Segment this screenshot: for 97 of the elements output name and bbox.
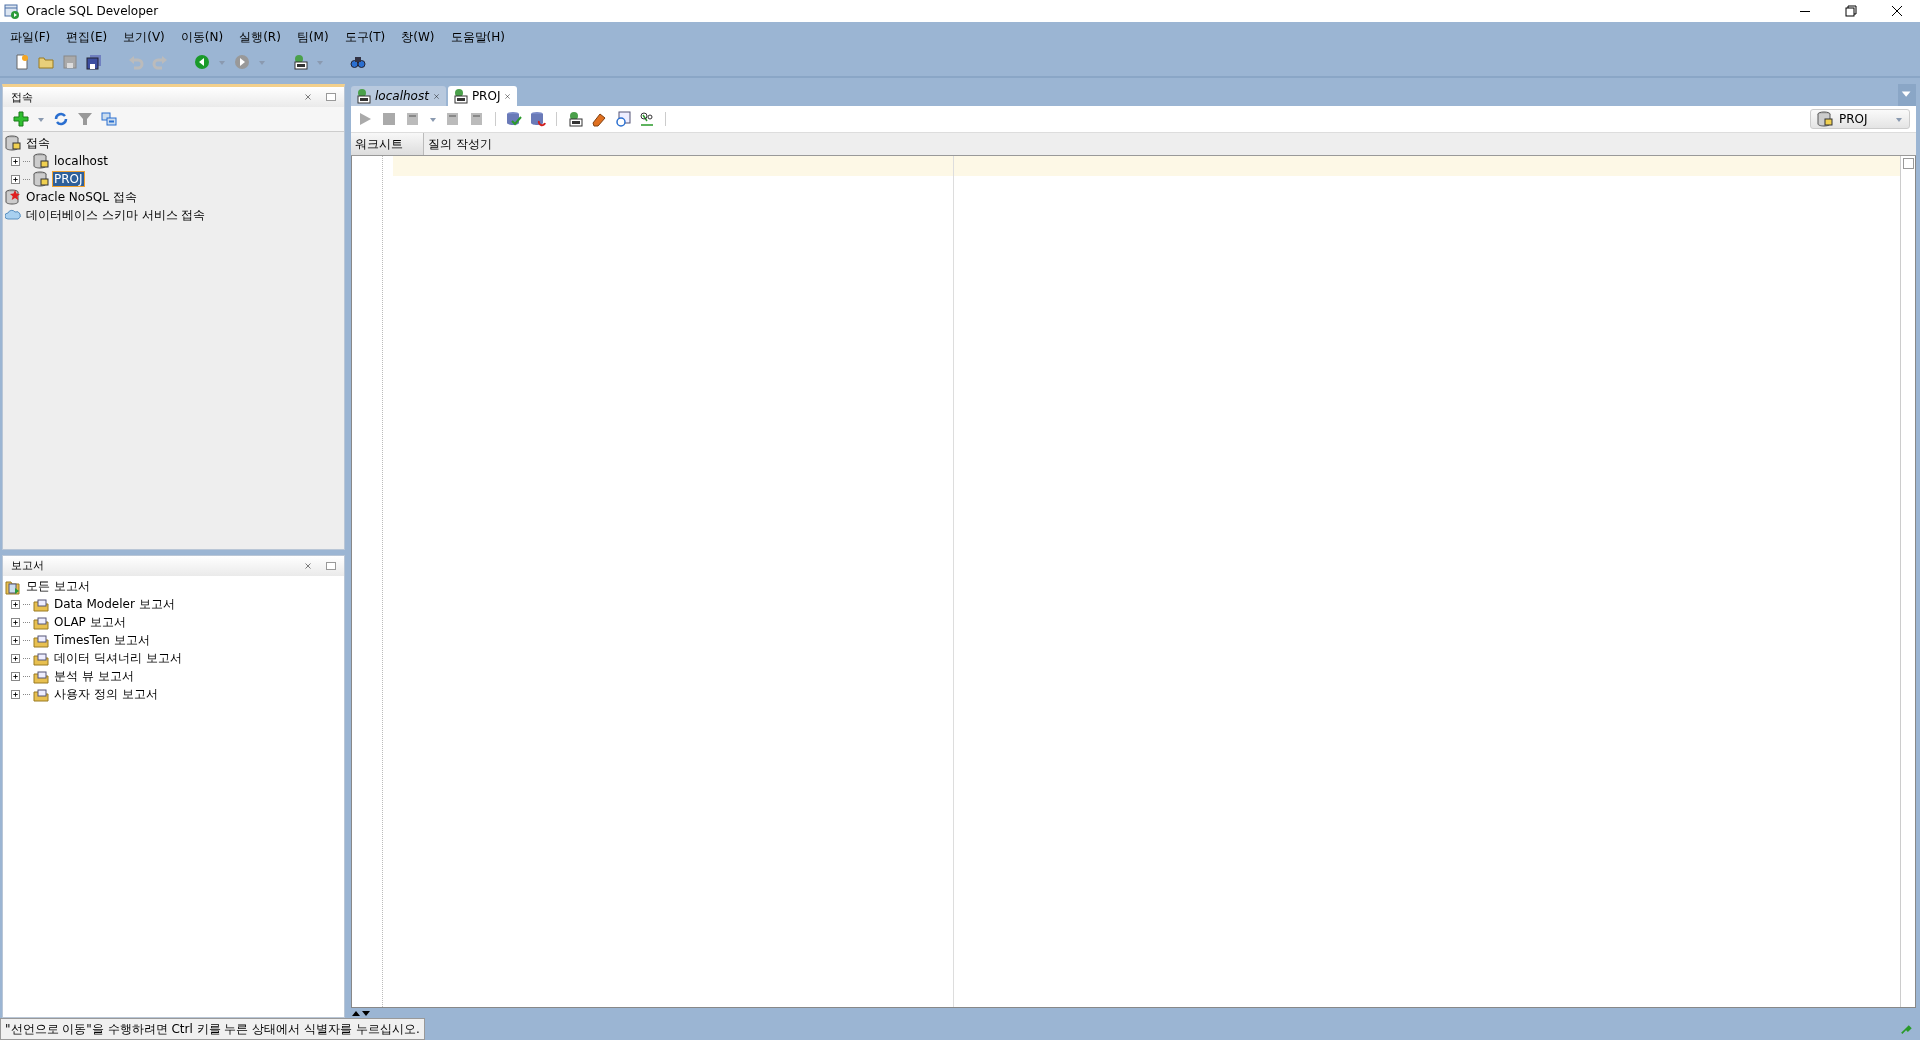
report-folder-icon	[5, 578, 21, 595]
expand-toggle[interactable]	[11, 174, 20, 184]
dropdown-caret-icon	[37, 115, 45, 123]
minimize-button[interactable]	[326, 561, 336, 570]
editor-tab[interactable]: PROJ	[447, 86, 518, 106]
folder-icon	[33, 686, 49, 703]
eraser-icon	[591, 111, 607, 127]
close-icon	[304, 93, 312, 101]
database-star-icon	[5, 189, 21, 205]
script-icon	[405, 111, 421, 127]
run-icon	[357, 111, 373, 127]
folder-icon	[33, 614, 49, 631]
minimize-icon	[1800, 10, 1810, 12]
tree-item[interactable]: 데이터 딕셔너리 보고서	[52, 649, 184, 668]
expand-toggle[interactable]	[11, 672, 20, 681]
explain-icon	[445, 111, 461, 127]
database-icon	[1817, 111, 1833, 127]
restore-icon	[1843, 3, 1859, 19]
database-icon	[33, 153, 49, 169]
folder-icon	[33, 668, 49, 685]
menu-item[interactable]: 보기(V)	[115, 26, 173, 48]
expand-toggle[interactable]	[11, 636, 20, 645]
folder-icon	[33, 650, 49, 667]
tree-item[interactable]: Data Modeler 보고서	[52, 595, 177, 614]
menu-item[interactable]: 편집(E)	[58, 26, 116, 48]
add-icon	[13, 111, 29, 127]
close-icon	[432, 92, 440, 100]
window-title: Oracle SQL Developer	[26, 4, 159, 18]
expand-toggle[interactable]	[11, 618, 20, 627]
schema-browser-icon	[101, 111, 117, 127]
undo-icon	[128, 54, 144, 70]
worksheet-tab[interactable]: 질의 작성기	[424, 133, 512, 155]
menu-item[interactable]: 팀(M)	[288, 26, 337, 48]
menu-item[interactable]: 창(W)	[393, 26, 443, 48]
tree-item[interactable]: 접속	[24, 133, 52, 153]
sql-worksheet-icon	[292, 54, 308, 70]
tree-item[interactable]: 분석 뷰 보고서	[52, 667, 136, 686]
back-icon	[194, 54, 210, 70]
save-all-icon	[86, 54, 102, 70]
expand-toggle[interactable]	[11, 156, 20, 166]
dropdown-button[interactable]	[1898, 84, 1916, 106]
dropdown-caret-icon	[258, 58, 266, 66]
tree-item[interactable]: localhost	[52, 153, 110, 169]
expand-toggle[interactable]	[11, 600, 20, 609]
menu-item[interactable]: 이동(N)	[172, 26, 232, 48]
dropdown-caret-icon	[1895, 115, 1903, 123]
menu-item[interactable]: 도구(T)	[336, 26, 394, 48]
tree-item[interactable]: OLAP 보고서	[52, 613, 128, 632]
close-icon	[1889, 3, 1905, 19]
panel-title: 접속	[11, 89, 34, 105]
rollback-icon	[530, 111, 546, 127]
history-button[interactable]	[613, 108, 633, 130]
tree-item[interactable]: Oracle NoSQL 접속	[24, 187, 139, 207]
add-button[interactable]	[11, 108, 31, 130]
commit-icon	[506, 111, 522, 127]
autotrace-icon	[469, 111, 485, 127]
binoculars-icon	[350, 54, 366, 70]
overview-marker	[1902, 158, 1914, 169]
new-file-icon	[14, 54, 30, 70]
tree-item[interactable]: 데이터베이스 스키마 서비스 접속	[24, 205, 208, 225]
close-icon	[304, 561, 312, 570]
filter-icon	[77, 111, 93, 127]
editor-tab[interactable]: localhost	[351, 86, 446, 106]
refresh-icon	[53, 111, 69, 127]
menu-item[interactable]: 실행(R)	[231, 26, 289, 48]
folder-icon	[33, 632, 49, 649]
open-folder-icon	[38, 54, 54, 70]
expand-toggle[interactable]	[11, 654, 20, 663]
close-icon	[504, 92, 512, 100]
stop-icon	[381, 111, 397, 127]
dropdown-caret-icon	[316, 58, 324, 66]
database-icon	[5, 135, 21, 151]
folder-icon	[33, 596, 49, 613]
worksheet-tab[interactable]: 워크시트	[351, 133, 424, 155]
up-down-arrows-icon	[351, 1008, 371, 1018]
redo-icon	[152, 54, 168, 70]
status-message: "선언으로 이동"을 수행하려면 Ctrl 키를 누른 상태에서 식별자를 누르십시오.	[0, 1018, 425, 1040]
minimize-button[interactable]	[326, 93, 336, 101]
connection-dropdown[interactable]: PROJ	[1810, 109, 1910, 129]
tree-item[interactable]: 모든 보고서	[24, 577, 92, 596]
menu-item[interactable]: 파일(F)	[2, 26, 59, 48]
sql-worksheet-icon	[451, 88, 468, 104]
tree-item[interactable]: PROJ	[52, 171, 85, 187]
app-logo-icon	[4, 3, 20, 19]
cloud-icon	[5, 207, 21, 223]
dropdown-caret-icon	[218, 58, 226, 66]
forward-icon	[234, 54, 250, 70]
panel-title: 보고서	[11, 558, 45, 573]
tree-item[interactable]: TimesTen 보고서	[52, 631, 152, 650]
save-icon	[62, 54, 78, 70]
tree-item[interactable]: 사용자 정의 보고서	[52, 685, 160, 704]
database-icon	[33, 171, 49, 187]
sql-worksheet-icon	[355, 88, 371, 104]
new-worksheet-icon	[567, 111, 583, 127]
dropdown-caret-icon	[429, 115, 437, 123]
menu-item[interactable]: 도움말(H)	[442, 26, 513, 48]
expand-toggle[interactable]	[11, 690, 20, 699]
